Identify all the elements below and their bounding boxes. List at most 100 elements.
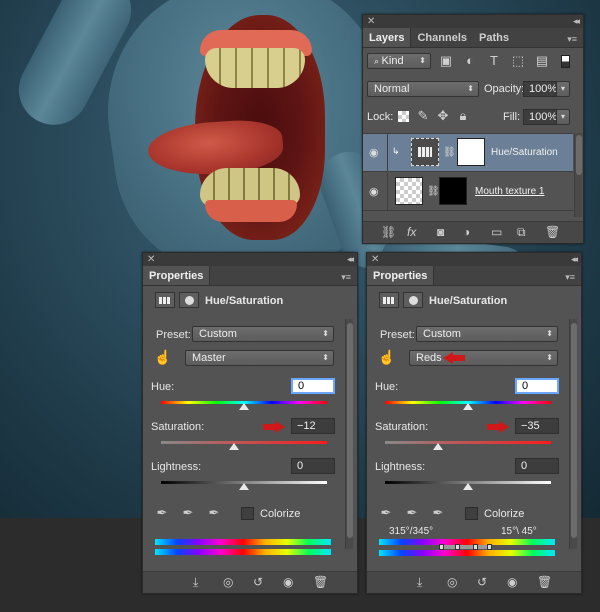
opacity-slider-button[interactable]: ▾: [556, 81, 570, 97]
image-filter-icon[interactable]: ▣: [437, 53, 455, 69]
view-previous-state-icon[interactable]: ◎: [447, 575, 457, 589]
chevron-down-icon: ▾: [560, 84, 565, 93]
saturation-slider-track[interactable]: [385, 441, 551, 444]
eyedropper-icon[interactable]: ✒: [153, 505, 171, 521]
scrollbar-knob[interactable]: [571, 323, 577, 538]
blend-mode-dropdown[interactable]: Normal ⬍: [367, 81, 479, 97]
lock-transparent-icon[interactable]: [398, 111, 409, 122]
collapse-icon[interactable]: ◂◂: [571, 253, 578, 266]
targeted-adjustment-hand-icon[interactable]: ☝: [153, 349, 173, 365]
tab-properties[interactable]: Properties: [143, 266, 211, 285]
trash-icon[interactable]: 🗑︎: [545, 225, 560, 239]
eyedropper-plus-icon[interactable]: ✒: [179, 505, 197, 521]
lightness-field[interactable]: 0: [291, 458, 335, 474]
opacity-field[interactable]: 100%: [523, 81, 557, 97]
visibility-eye-icon[interactable]: ◉: [369, 185, 379, 198]
shape-filter-icon[interactable]: ⬚: [509, 53, 527, 69]
panel-heading: Hue/Saturation: [429, 295, 508, 307]
fill-slider-button[interactable]: ▾: [556, 109, 570, 125]
collapse-icon[interactable]: ◂◂: [347, 253, 354, 266]
colorize-checkbox[interactable]: [465, 507, 478, 520]
tab-paths[interactable]: Paths: [473, 28, 515, 47]
visibility-eye-icon[interactable]: ◉: [369, 146, 379, 159]
smart-object-filter-icon[interactable]: ▤: [533, 53, 551, 69]
panel-menu-icon[interactable]: ▾≡: [565, 272, 575, 283]
clip-to-layer-icon[interactable]: ⤓: [417, 575, 422, 590]
type-filter-icon[interactable]: T: [485, 53, 503, 69]
mask-icon[interactable]: [179, 292, 199, 308]
lock-paint-brush-icon[interactable]: ✎: [415, 108, 431, 124]
hue-field[interactable]: 0: [291, 378, 335, 394]
filter-toggle-switch[interactable]: [561, 55, 570, 68]
targeted-adjustment-hand-icon[interactable]: ☝: [377, 349, 397, 365]
lightness-slider-thumb[interactable]: [239, 483, 249, 490]
lock-position-icon[interactable]: ✥: [435, 108, 451, 124]
range-dropdown[interactable]: Reds ⬍: [409, 350, 558, 366]
scrollbar-knob[interactable]: [347, 323, 353, 538]
tab-layers[interactable]: Layers: [363, 28, 412, 47]
eyedropper-minus-icon[interactable]: ✒: [429, 505, 447, 521]
new-layer-icon[interactable]: ⧉: [517, 225, 526, 240]
eyedropper-icon[interactable]: ✒: [377, 505, 395, 521]
reset-icon[interactable]: ↺: [477, 575, 487, 589]
filter-kind-dropdown[interactable]: ⌕ Kind ⬍: [367, 53, 431, 69]
adjustment-filter-icon[interactable]: ◐: [461, 53, 479, 69]
panel-menu-icon[interactable]: ▾≡: [567, 34, 577, 45]
layer-list-scrollbar[interactable]: [574, 133, 582, 217]
eyedropper-plus-icon[interactable]: ✒: [403, 505, 421, 521]
colorize-checkbox[interactable]: [241, 507, 254, 520]
saturation-field[interactable]: −35: [515, 418, 559, 434]
adjustment-icon[interactable]: [155, 292, 175, 308]
new-group-icon[interactable]: ▭: [491, 225, 502, 239]
layer-row-mouth-texture[interactable]: ◉ ⛓ Mouth texture 1: [363, 173, 573, 211]
adjustment-icon[interactable]: [379, 292, 399, 308]
saturation-slider-track[interactable]: [161, 441, 327, 444]
preset-dropdown[interactable]: Custom ⬍: [416, 326, 558, 342]
layer-name: Hue/Saturation: [491, 147, 558, 158]
visibility-eye-icon[interactable]: ◉: [283, 575, 293, 589]
eyedropper-minus-icon[interactable]: ✒: [205, 505, 223, 521]
view-previous-state-icon[interactable]: ◎: [223, 575, 233, 589]
close-icon[interactable]: ✕: [147, 253, 155, 266]
mask-icon[interactable]: [403, 292, 423, 308]
properties-scrollbar[interactable]: [345, 319, 353, 549]
saturation-slider-thumb[interactable]: [229, 443, 239, 450]
trash-icon[interactable]: 🗑︎: [313, 575, 328, 589]
chevron-updown-icon: ⬍: [322, 329, 329, 338]
reset-icon[interactable]: ↺: [253, 575, 263, 589]
divider: [387, 134, 388, 172]
scrollbar-knob[interactable]: [576, 135, 582, 175]
collapse-icon[interactable]: ◂◂: [573, 15, 580, 28]
range-dropdown[interactable]: Master ⬍: [185, 350, 334, 366]
hue-slider-thumb[interactable]: [463, 403, 473, 410]
clipping-mask-icon: ↳: [392, 146, 400, 156]
tab-channels[interactable]: Channels: [411, 28, 473, 47]
preset-dropdown[interactable]: Custom ⬍: [192, 326, 334, 342]
close-icon[interactable]: ✕: [371, 253, 379, 266]
link-layers-icon[interactable]: ⛓: [381, 225, 396, 239]
new-adjustment-icon[interactable]: ◑: [463, 225, 470, 239]
clip-to-layer-icon[interactable]: ⤓: [193, 575, 198, 590]
hue-slider-thumb[interactable]: [239, 403, 249, 410]
close-icon[interactable]: ✕: [367, 15, 375, 28]
fx-icon[interactable]: fx: [407, 225, 416, 239]
properties-scrollbar[interactable]: [569, 319, 577, 549]
saturation-slider-thumb[interactable]: [433, 443, 443, 450]
hue-field[interactable]: 0: [515, 378, 559, 394]
panel-menu-icon[interactable]: ▾≡: [341, 272, 351, 283]
lock-all-icon[interactable]: 🔒︎: [455, 108, 471, 124]
tab-properties[interactable]: Properties: [367, 266, 435, 285]
lightness-field[interactable]: 0: [515, 458, 559, 474]
trash-icon[interactable]: 🗑︎: [537, 575, 552, 589]
fill-field[interactable]: 100%: [523, 109, 557, 125]
link-chain-icon[interactable]: ⛓: [427, 186, 440, 197]
layer-row-hue-saturation[interactable]: ◉ ↳ ⛓ Hue/Saturation: [363, 134, 573, 172]
saturation-field[interactable]: −12: [291, 418, 335, 434]
color-range-bar[interactable]: [443, 545, 487, 549]
chevron-down-icon: ▾: [560, 112, 565, 121]
link-chain-icon[interactable]: ⛓: [443, 147, 456, 158]
lightness-slider-thumb[interactable]: [463, 483, 473, 490]
add-mask-icon[interactable]: ◙: [437, 225, 444, 239]
visibility-eye-icon[interactable]: ◉: [507, 575, 517, 589]
annotation-arrow: [443, 352, 465, 364]
